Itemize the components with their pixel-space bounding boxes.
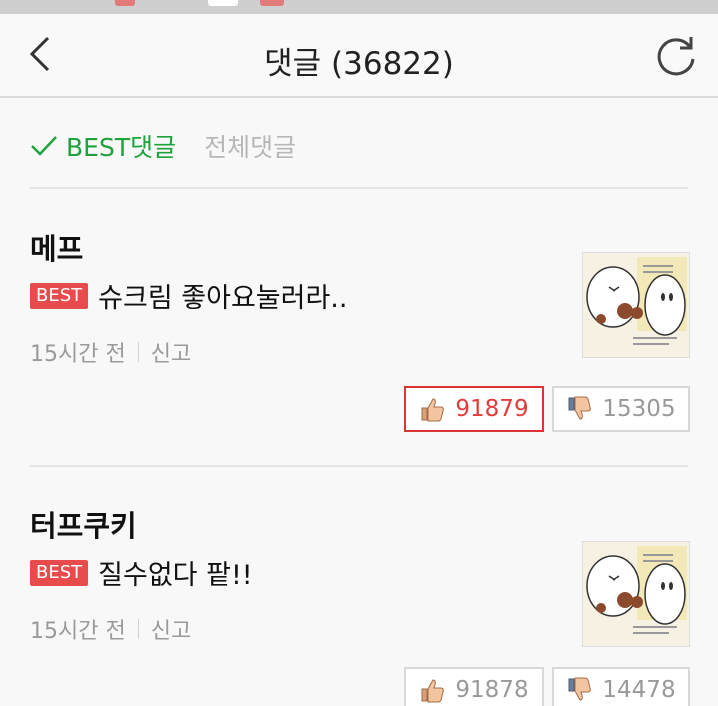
comment-time: 15시간 전 — [30, 342, 126, 367]
comment-item: 메프 BEST 슈크림 좋아요눌러라.. 15시간 전 신고 91879 153… — [30, 226, 690, 441]
status-indicator — [115, 0, 135, 6]
comment-author[interactable]: 메프 — [30, 226, 83, 268]
comment-image[interactable] — [582, 541, 690, 647]
vote-buttons: 91879 15305 — [404, 386, 690, 432]
thumbs-up-icon — [421, 398, 445, 422]
status-indicator — [208, 0, 238, 6]
thumbs-down-icon — [568, 396, 592, 420]
like-button[interactable]: 91879 — [404, 386, 544, 432]
divider — [30, 187, 688, 189]
comment-time: 15시간 전 — [30, 619, 126, 644]
thumbs-up-icon — [421, 679, 445, 703]
tab-all-label: 전체댓글 — [204, 133, 297, 162]
best-badge: BEST — [30, 559, 89, 586]
divider — [30, 465, 688, 467]
comment-line: BEST 슈크림 좋아요눌러라.. — [30, 276, 347, 315]
app-header: 댓글 (36822) — [0, 14, 718, 98]
refresh-button[interactable] — [652, 32, 700, 80]
dislike-button[interactable]: 14478 — [552, 667, 690, 706]
status-indicator — [260, 0, 284, 6]
tab-all[interactable]: 전체댓글 — [204, 128, 296, 164]
dislike-count: 14478 — [602, 677, 676, 703]
refresh-icon — [657, 37, 695, 76]
tab-best[interactable]: BEST댓글 — [30, 128, 176, 164]
tab-best-label: BEST댓글 — [66, 133, 177, 162]
page-title: 댓글 (36822) — [264, 46, 454, 82]
comment-line: BEST 질수없다 팥!! — [30, 553, 253, 592]
comment-item: 터프쿠키 BEST 질수없다 팥!! 15시간 전 신고 91878 14478 — [30, 503, 690, 706]
comic-image — [583, 253, 689, 357]
comic-image — [583, 542, 689, 646]
comment-image[interactable] — [582, 252, 690, 358]
comment-meta: 15시간 전 신고 — [30, 613, 191, 645]
like-count: 91878 — [455, 677, 529, 703]
like-button[interactable]: 91878 — [404, 667, 544, 706]
report-link[interactable]: 신고 — [151, 336, 191, 368]
report-link[interactable]: 신고 — [151, 613, 191, 645]
meta-separator — [137, 342, 139, 362]
meta-separator — [137, 619, 139, 639]
dislike-button[interactable]: 15305 — [552, 386, 690, 432]
status-bar — [0, 0, 718, 14]
comment-text: 질수없다 팥!! — [98, 560, 253, 591]
thumbs-down-icon — [568, 677, 592, 701]
comment-meta: 15시간 전 신고 — [30, 336, 191, 368]
dislike-count: 15305 — [602, 396, 676, 422]
vote-buttons: 91878 14478 — [404, 667, 690, 706]
comment-tabs: BEST댓글 전체댓글 — [30, 128, 296, 164]
like-count: 91879 — [455, 396, 529, 422]
comment-text: 슈크림 좋아요눌러라.. — [98, 283, 348, 314]
comment-author[interactable]: 터프쿠키 — [30, 503, 137, 545]
check-icon — [31, 136, 57, 156]
best-badge: BEST — [30, 282, 89, 309]
